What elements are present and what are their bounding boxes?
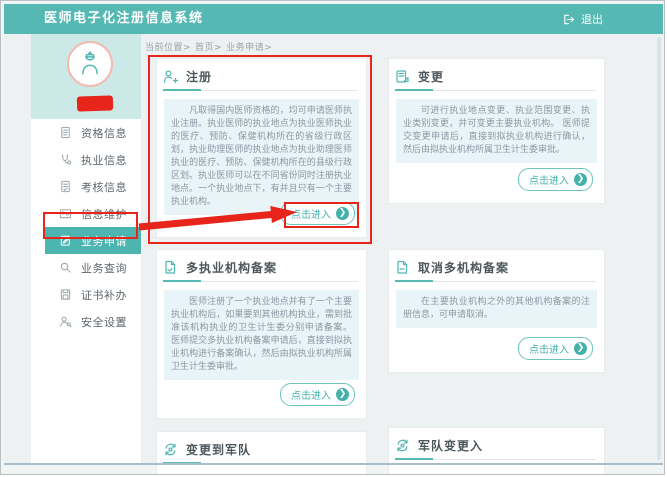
id-card-icon [59,207,72,220]
enter-button[interactable]: 点击进入 ❯ [280,383,355,406]
sidebar: 资格信息 执业信息 考核信息 [31,34,141,463]
enter-button-label: 点击进入 [529,341,569,356]
card-multi-org-filing: 多执业机构备案 医师注册了一个执业地点并有了一个主要执业机构后，如果要到其他机构… [156,249,367,419]
sidebar-item-business-apply[interactable]: 业务申请 [45,227,141,254]
report-check-icon [59,180,72,193]
breadcrumb-home[interactable]: 首页> [195,43,222,53]
card-description: 可进行执业地点变更、执业范围变更、执业类别变更，并可变更主要执业机构。 医师提交… [396,99,597,163]
certificate-icon [59,288,72,301]
sidebar-item-qualification[interactable]: 资格信息 [31,119,141,146]
edit-document-icon [59,234,72,247]
add-user-icon [163,69,178,84]
app-window: 医师电子化注册信息系统 退出 [0,0,665,475]
file-check-icon [163,260,178,275]
sidebar-item-label: 证书补办 [81,287,127,303]
transfer-in-icon [395,438,410,453]
sidebar-menu: 资格信息 执业信息 考核信息 [31,119,141,335]
sidebar-item-certificate-reissue[interactable]: 证书补办 [31,281,141,308]
redacted-username [77,95,114,111]
card-title: 军队变更入 [418,437,483,454]
user-key-icon [59,315,72,328]
sidebar-item-label: 业务申请 [81,233,127,249]
search-icon [59,261,72,274]
sidebar-item-security-settings[interactable]: 安全设置 [31,308,141,335]
breadcrumb: 当前位置> 首页> 业务申请> [145,40,276,53]
chevron-right-icon: ❯ [574,342,587,355]
card-header: 军队变更入 [389,428,604,454]
card-description: 医师注册了一个执业地点并有了一个主要执业机构后，如果要到其他机构执业，需到批准该… [164,290,359,380]
divider [163,281,358,282]
card-register: 注册 凡取得国内医师资格的，均可申请医师执业注册。执业医师的执业地点为执业医师执… [156,58,367,238]
card-header: 取消多机构备案 [389,250,604,276]
document-icon [59,126,72,139]
divider [163,90,358,91]
avatar [67,41,113,87]
chevron-right-icon: ❯ [336,207,349,220]
card-transfer-to-military: 变更到军队 [156,431,367,475]
sidebar-item-business-query[interactable]: 业务查询 [31,254,141,281]
card-description: 在主要执业机构之外的其他机构备案的注册信息，可申请取消。 [396,290,597,328]
card-description: 凡取得国内医师资格的，均可申请医师执业注册。执业医师的执业地点为执业医师执业的医… [164,99,359,215]
card-title: 注册 [186,68,212,85]
card-title: 变更到军队 [186,441,251,458]
enter-button-label: 点击进入 [291,206,331,221]
sidebar-item-label: 执业信息 [81,152,127,168]
breadcrumb-prefix: 当前位置> [145,43,191,53]
enter-button[interactable]: 点击进入 ❯ [518,337,593,360]
form-edit-icon [395,69,410,84]
card-title: 变更 [418,68,444,85]
sidebar-item-practice[interactable]: 执业信息 [31,146,141,173]
chevron-right-icon: ❯ [336,388,349,401]
scrollbar[interactable] [657,37,661,460]
doctor-icon [74,48,106,80]
enter-button[interactable]: 点击进入 ❯ [280,202,355,225]
file-icon [395,260,410,275]
enter-button[interactable]: 点击进入 ❯ [518,168,593,191]
breadcrumb-current: 业务申请> [226,43,272,53]
sidebar-item-label: 信息维护 [81,206,127,222]
enter-button-label: 点击进入 [529,172,569,187]
card-transfer-from-military: 军队变更入 [388,427,605,475]
sidebar-item-label: 安全设置 [81,314,127,330]
card-header: 注册 [157,59,366,85]
app-title: 医师电子化注册信息系统 [44,4,204,34]
stethoscope-icon [59,153,72,166]
card-header: 多执业机构备案 [157,250,366,276]
card-change: 变更 可进行执业地点变更、执业范围变更、执业类别变更，并可变更主要执业机构。 医… [388,58,605,204]
logout-label: 退出 [581,11,603,27]
card-title: 取消多机构备案 [418,259,509,276]
avatar-panel [31,34,141,119]
card-header: 变更 [389,59,604,85]
card-title: 多执业机构备案 [186,259,277,276]
divider [395,459,596,460]
card-cancel-multi-org-filing: 取消多机构备案 在主要执业机构之外的其他机构备案的注册信息，可申请取消。 点击进… [388,249,605,373]
divider [395,90,596,91]
app-header: 医师电子化注册信息系统 退出 [4,4,663,34]
chevron-right-icon: ❯ [574,173,587,186]
window-bottom-edge [4,463,663,465]
logout-button[interactable]: 退出 [562,4,603,34]
sidebar-item-assessment[interactable]: 考核信息 [31,173,141,200]
divider [395,281,596,282]
sidebar-item-label: 业务查询 [81,260,127,276]
sidebar-item-info-maintenance[interactable]: 信息维护 [31,200,141,227]
content: 当前位置> 首页> 业务申请> 注册 凡取得国内医师资格的，均可申请医师执业注册。执… [141,34,663,463]
main-area: 资格信息 执业信息 考核信息 [4,34,663,463]
sidebar-item-label: 考核信息 [81,179,127,195]
sidebar-item-label: 资格信息 [81,125,127,141]
enter-button-label: 点击进入 [291,387,331,402]
card-header: 变更到军队 [157,432,366,458]
transfer-icon [163,442,178,457]
logout-icon [562,13,575,26]
